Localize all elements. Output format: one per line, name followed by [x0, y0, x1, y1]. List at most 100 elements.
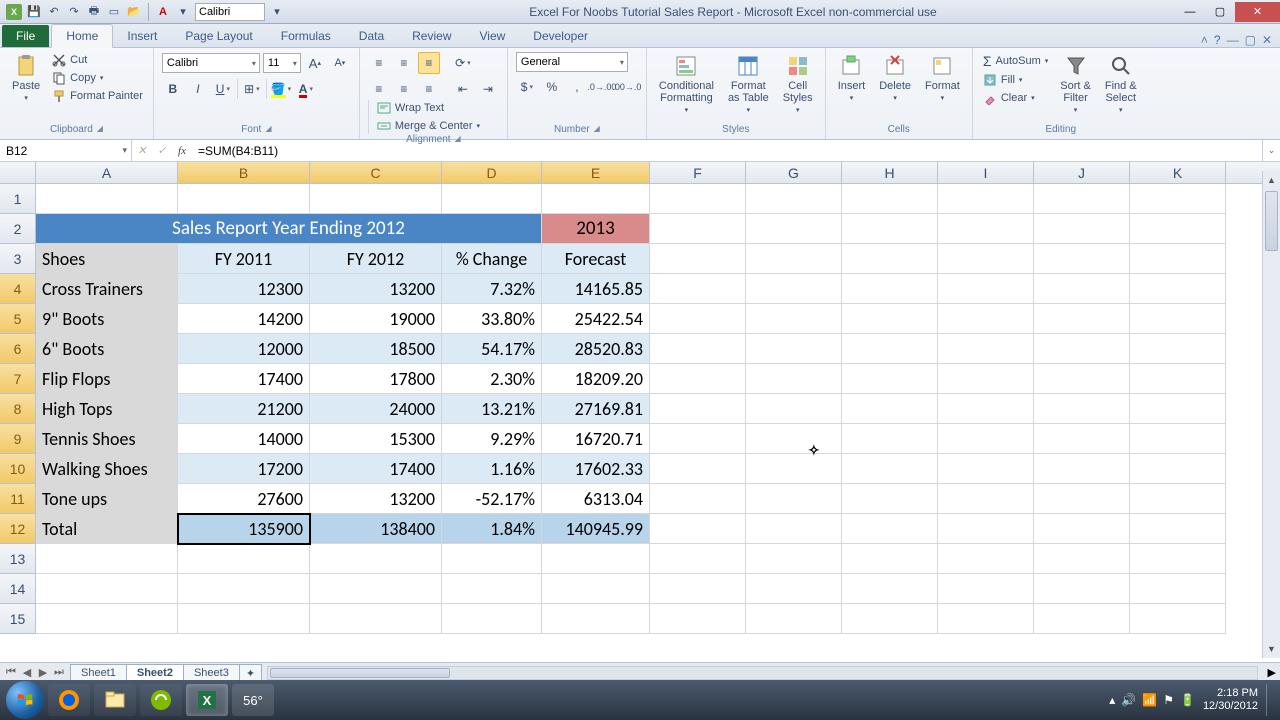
cell-D11[interactable]: -52.17% [442, 484, 542, 514]
tab-data[interactable]: Data [345, 25, 398, 47]
cell-I9[interactable] [938, 424, 1034, 454]
cell-B9[interactable]: 14000 [178, 424, 310, 454]
cell-J5[interactable] [1034, 304, 1130, 334]
cell-A12[interactable]: Total [36, 514, 178, 544]
sheet-next-icon[interactable]: ▶ [36, 666, 50, 679]
cell-E5[interactable]: 25422.54 [542, 304, 650, 334]
cell-H14[interactable] [842, 574, 938, 604]
cell-H8[interactable] [842, 394, 938, 424]
cell-E6[interactable]: 28520.83 [542, 334, 650, 364]
cell-C14[interactable] [310, 574, 442, 604]
cell-G10[interactable] [746, 454, 842, 484]
save-icon[interactable]: 💾 [26, 4, 42, 20]
cell-E4[interactable]: 14165.85 [542, 274, 650, 304]
column-header-A[interactable]: A [36, 162, 178, 183]
cell-E11[interactable]: 6313.04 [542, 484, 650, 514]
cell-J9[interactable] [1034, 424, 1130, 454]
taskbar-clock[interactable]: 2:18 PM 12/30/2012 [1203, 687, 1258, 713]
cell-K8[interactable] [1130, 394, 1226, 424]
cell-D8[interactable]: 13.21% [442, 394, 542, 424]
grow-font-icon[interactable]: A▴ [304, 52, 326, 74]
decrease-decimal-icon[interactable]: .00→.0 [616, 76, 638, 98]
cell-J15[interactable] [1034, 604, 1130, 634]
cell-D1[interactable] [442, 184, 542, 214]
cell-A14[interactable] [36, 574, 178, 604]
taskbar-excel-icon[interactable]: X [186, 684, 228, 716]
bold-icon[interactable]: B [162, 78, 184, 100]
tab-home[interactable]: Home [51, 24, 113, 48]
cell-B13[interactable] [178, 544, 310, 574]
percent-icon[interactable]: % [541, 76, 563, 98]
cell-A3[interactable]: Shoes [36, 244, 178, 274]
cell-I3[interactable] [938, 244, 1034, 274]
cell-C11[interactable]: 13200 [310, 484, 442, 514]
conditional-formatting-button[interactable]: Conditional Formatting▾ [655, 52, 718, 116]
cell-I4[interactable] [938, 274, 1034, 304]
formula-input[interactable]: =SUM(B4:B11) [192, 144, 1262, 158]
cell-A13[interactable] [36, 544, 178, 574]
cell-B8[interactable]: 21200 [178, 394, 310, 424]
cell-I14[interactable] [938, 574, 1034, 604]
cell-C8[interactable]: 24000 [310, 394, 442, 424]
row-header-3[interactable]: 3 [0, 244, 36, 274]
cell-F8[interactable] [650, 394, 746, 424]
vertical-scrollbar[interactable]: ▲ ▼ [1262, 171, 1280, 658]
font-color-icon[interactable]: A [295, 78, 317, 100]
cell-C10[interactable]: 17400 [310, 454, 442, 484]
cell-J12[interactable] [1034, 514, 1130, 544]
align-center-icon[interactable]: ≡ [393, 78, 415, 100]
minimize-button[interactable]: — [1175, 2, 1205, 22]
cell-C6[interactable]: 18500 [310, 334, 442, 364]
cell-G14[interactable] [746, 574, 842, 604]
cell-H4[interactable] [842, 274, 938, 304]
column-header-I[interactable]: I [938, 162, 1034, 183]
cell-C13[interactable] [310, 544, 442, 574]
cell-E10[interactable]: 17602.33 [542, 454, 650, 484]
format-cells-button[interactable]: Format▾ [921, 52, 964, 104]
cell-F13[interactable] [650, 544, 746, 574]
cell-K3[interactable] [1130, 244, 1226, 274]
worksheet-close-icon[interactable]: ✕ [1262, 33, 1272, 47]
cell-K7[interactable] [1130, 364, 1226, 394]
horizontal-scrollbar[interactable] [267, 666, 1257, 680]
cell-K6[interactable] [1130, 334, 1226, 364]
cell-D3[interactable]: % Change [442, 244, 542, 274]
cell-E3[interactable]: Forecast [542, 244, 650, 274]
cell-H5[interactable] [842, 304, 938, 334]
font-dialog-icon[interactable]: ◢ [265, 124, 271, 135]
cell-I2[interactable] [938, 214, 1034, 244]
sort-filter-button[interactable]: Sort & Filter▾ [1056, 52, 1095, 116]
cell-E9[interactable]: 16720.71 [542, 424, 650, 454]
cell-B3[interactable]: FY 2011 [178, 244, 310, 274]
cells-area[interactable]: Sales Report Year Ending 20122013ShoesFY… [36, 184, 1226, 634]
file-tab[interactable]: File [2, 25, 49, 47]
orientation-icon[interactable]: ⟳ [452, 52, 474, 74]
cell-G3[interactable] [746, 244, 842, 274]
format-as-table-button[interactable]: Format as Table▾ [724, 52, 773, 116]
cell-A1[interactable] [36, 184, 178, 214]
row-header-9[interactable]: 9 [0, 424, 36, 454]
wrap-text-button[interactable]: Wrap Text [375, 100, 446, 116]
cell-F10[interactable] [650, 454, 746, 484]
cell-D12[interactable]: 1.84% [442, 514, 542, 544]
merge-center-button[interactable]: Merge & Center▾ [375, 118, 482, 134]
autosum-button[interactable]: ΣAutoSum▾ [981, 52, 1050, 70]
cell-F6[interactable] [650, 334, 746, 364]
cell-I12[interactable] [938, 514, 1034, 544]
insert-cells-button[interactable]: Insert▾ [834, 52, 870, 104]
cell-A11[interactable]: Tone ups [36, 484, 178, 514]
cell-F2[interactable] [650, 214, 746, 244]
cell-G1[interactable] [746, 184, 842, 214]
cell-J14[interactable] [1034, 574, 1130, 604]
cell-G8[interactable] [746, 394, 842, 424]
cell-G9[interactable] [746, 424, 842, 454]
sheet-tab-2[interactable]: Sheet2 [126, 664, 184, 681]
shrink-font-icon[interactable]: A▾ [329, 52, 351, 74]
cell-F7[interactable] [650, 364, 746, 394]
vscroll-thumb[interactable] [1265, 191, 1278, 251]
cell-K9[interactable] [1130, 424, 1226, 454]
find-select-button[interactable]: Find & Select▾ [1101, 52, 1141, 116]
cell-K5[interactable] [1130, 304, 1226, 334]
cell-styles-button[interactable]: Cell Styles▾ [779, 52, 817, 116]
cell-C5[interactable]: 19000 [310, 304, 442, 334]
